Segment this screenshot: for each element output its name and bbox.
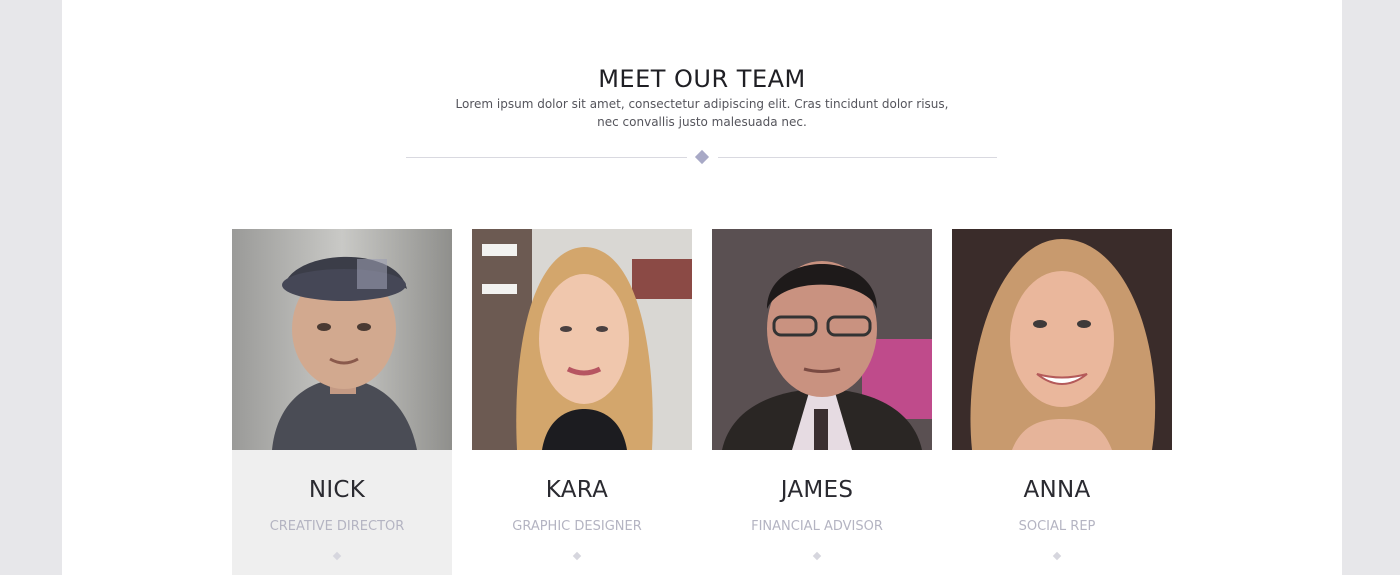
card-diamond-icon: [812, 551, 822, 561]
team-card-anna[interactable]: ANNA SOCIAL REP: [952, 229, 1172, 575]
team-photo-kara: [472, 229, 692, 450]
team-photo-nick: [232, 229, 452, 450]
team-role: CREATIVE DIRECTOR: [269, 519, 405, 534]
team-role: SOCIAL REP: [1018, 519, 1096, 534]
team-card-nick[interactable]: NICK CREATIVE DIRECTOR: [232, 229, 452, 575]
section-subtitle: Lorem ipsum dolor sit amet, consectetur …: [455, 97, 949, 129]
divider-line-left: [406, 157, 687, 158]
card-diamond-icon: [572, 551, 582, 561]
team-card-kara[interactable]: KARA GRAPHIC DESIGNER: [472, 229, 692, 575]
card-diamond-icon: [332, 551, 342, 561]
divider-line-right: [718, 157, 997, 158]
section-title: MEET OUR TEAM: [598, 65, 806, 94]
team-section: MEET OUR TEAM Lorem ipsum dolor sit amet…: [62, 0, 1342, 575]
team-card-james[interactable]: JAMES FINANCIAL ADVISOR: [712, 229, 932, 575]
team-photo-james: [712, 229, 932, 450]
team-name: ANNA: [1023, 477, 1091, 503]
card-diamond-icon: [1052, 551, 1062, 561]
divider-diamond-icon: [694, 149, 710, 165]
team-role: FINANCIAL ADVISOR: [751, 519, 883, 534]
team-name: NICK: [308, 477, 366, 503]
team-role: GRAPHIC DESIGNER: [512, 519, 642, 534]
team-name: KARA: [545, 477, 609, 503]
team-photo-anna: [952, 229, 1172, 450]
team-name: JAMES: [780, 477, 854, 503]
